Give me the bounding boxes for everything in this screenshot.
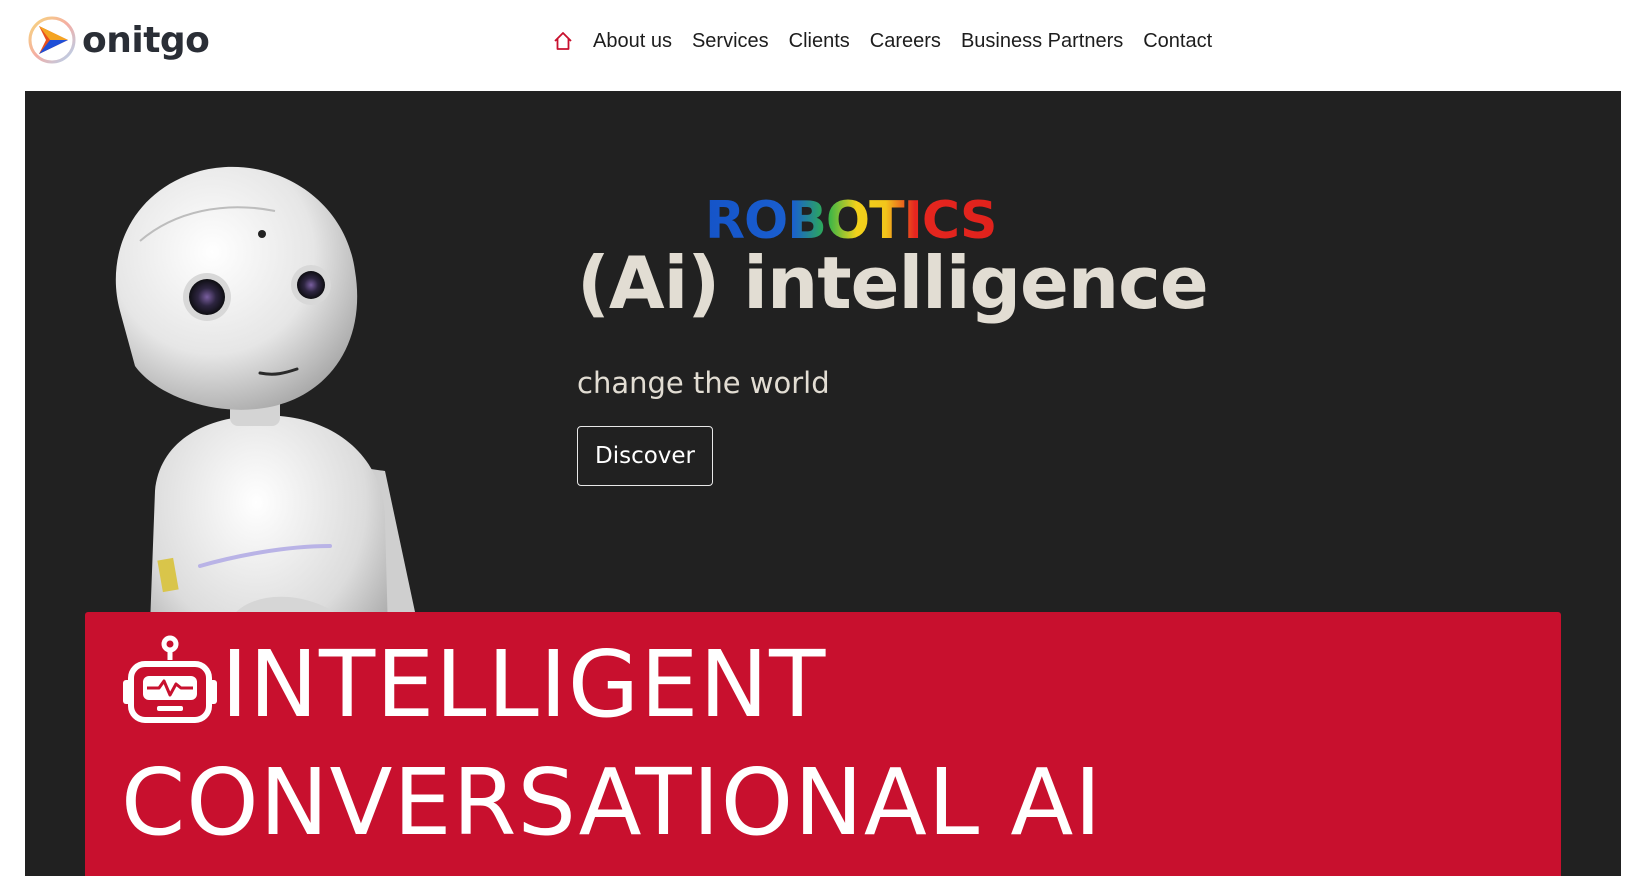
discover-button[interactable]: Discover [577,426,713,486]
nav-contact[interactable]: Contact [1143,30,1212,53]
nav-careers[interactable]: Careers [870,30,941,53]
main-nav: About us Services Clients Careers Busine… [553,26,1232,56]
hero-section: ROBOTICS (Ai) intelligence change the wo… [25,91,1621,876]
hero-subtitle: change the world [577,366,830,400]
hero-title: (Ai) intelligence [577,241,1209,325]
nav-business-partners[interactable]: Business Partners [961,30,1123,53]
banner-headline-line2: CONVERSATIONAL AI [121,749,1103,856]
brand-logo[interactable]: onitgo [26,14,210,66]
banner-headline-line1: INTELLIGENT [221,631,827,738]
robotics-wordmark: ROBOTICS [705,191,1045,251]
logo-play-icon [26,14,78,66]
chatbot-icon [121,634,219,732]
svg-text:ROBOTICS: ROBOTICS [705,194,996,244]
brand-name: onitgo [82,19,210,61]
top-navbar: onitgo About us Services Clients Careers… [0,0,1645,88]
conversational-ai-banner: INTELLIGENT CONVERSATIONAL AI [85,612,1561,876]
nav-clients[interactable]: Clients [789,30,850,53]
nav-about-us[interactable]: About us [593,30,672,53]
nav-services[interactable]: Services [692,30,769,53]
home-icon[interactable] [553,30,575,52]
